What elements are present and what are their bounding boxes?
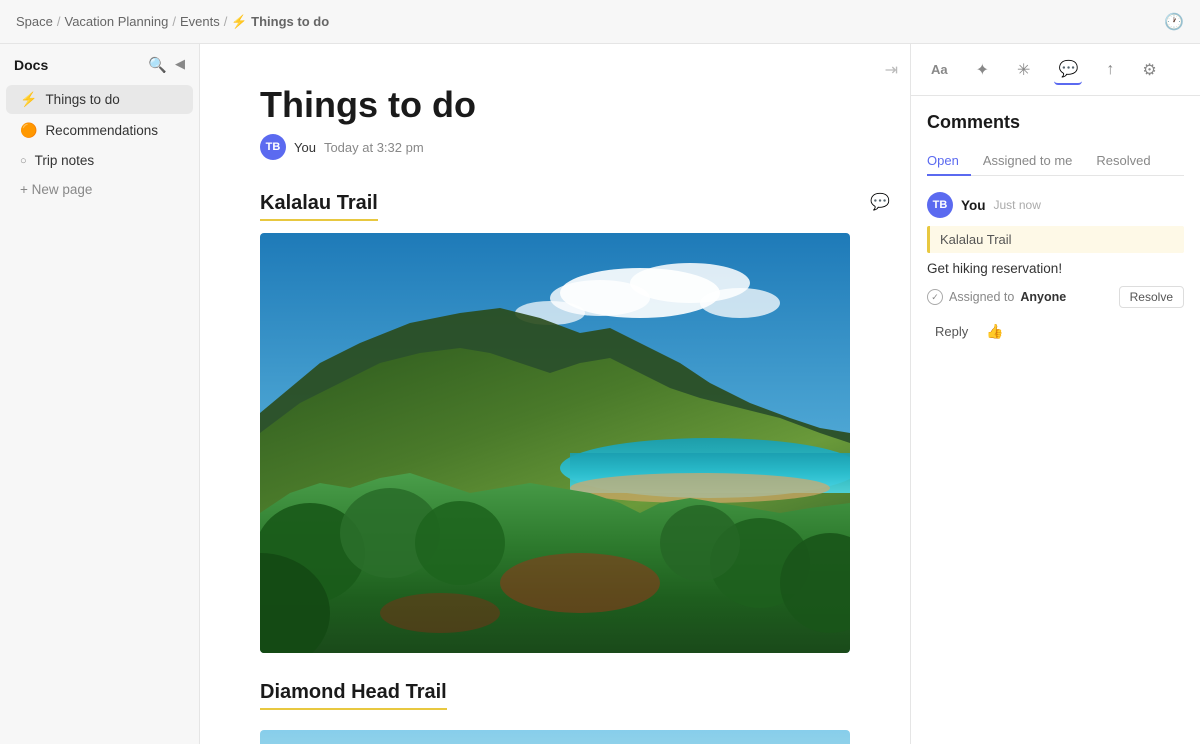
sidebar-item-label: Trip notes	[35, 153, 95, 168]
kalalau-heading: Kalalau Trail	[260, 192, 378, 221]
sidebar-title: Docs	[14, 57, 48, 73]
search-icon[interactable]: 🔍	[148, 56, 167, 74]
breadcrumb-sep3: /	[224, 14, 228, 29]
settings-icon[interactable]: ⚙	[1138, 56, 1160, 84]
breadcrumb-sep2: /	[172, 14, 176, 29]
comment-avatar: TB	[927, 192, 953, 218]
new-page-label: + New page	[20, 182, 92, 197]
font-icon[interactable]: Aa	[927, 58, 952, 81]
comment-time: Just now	[994, 198, 1041, 212]
comment-panel-icon[interactable]: 💬	[1054, 55, 1082, 85]
panel-content: Comments Open Assigned to me Resolved TB…	[911, 96, 1200, 744]
panel-toolbar: Aa ✦ ✳ 💬 ↑ ⚙	[911, 44, 1200, 96]
history-icon[interactable]: 🕐	[1164, 12, 1184, 32]
breadcrumb-sep1: /	[57, 14, 61, 29]
resolve-button[interactable]: Resolve	[1119, 286, 1184, 308]
diamond-head-image	[260, 730, 850, 744]
sidebar-item-trip-notes[interactable]: ○ Trip notes	[6, 147, 193, 174]
like-button[interactable]: 👍	[986, 323, 1003, 340]
breadcrumb-space[interactable]: Space	[16, 14, 53, 29]
breadcrumb-vacation[interactable]: Vacation Planning	[65, 14, 169, 29]
comment-assigned: ✓ Assigned to Anyone Resolve	[927, 286, 1184, 308]
kalalau-image	[260, 233, 850, 653]
diamond-head-section: Diamond Head Trail	[260, 681, 850, 744]
sidebar-item-things-to-do[interactable]: ⚡ Things to do	[6, 85, 193, 114]
content-area: ⇥ Things to do TB You Today at 3:32 pm 💬…	[200, 44, 910, 744]
reply-button[interactable]: Reply	[927, 320, 976, 343]
add-comment-icon[interactable]: 💬	[870, 192, 890, 212]
breadcrumb: Space / Vacation Planning / Events / ⚡ T…	[16, 14, 329, 30]
sidebar-header: Docs 🔍 ◀	[0, 56, 199, 84]
avatar: TB	[260, 134, 286, 160]
magic-icon[interactable]: ✦	[972, 56, 993, 84]
comments-panel: Aa ✦ ✳ 💬 ↑ ⚙ Comments Open Assigned to m…	[910, 44, 1200, 744]
toolbar-icons: Aa ✦ ✳ 💬 ↑ ⚙	[927, 55, 1161, 85]
sidebar: Docs 🔍 ◀ ⚡ Things to do 🟠 Recommendation…	[0, 44, 200, 744]
diamond-head-heading: Diamond Head Trail	[260, 681, 447, 710]
comment-actions: Reply 👍	[927, 320, 1184, 343]
topbar: Space / Vacation Planning / Events / ⚡ T…	[0, 0, 1200, 44]
assigned-label: Assigned to	[949, 290, 1014, 304]
doc-meta: TB You Today at 3:32 pm	[260, 134, 850, 160]
comments-title: Comments	[927, 112, 1184, 133]
breadcrumb-current: ⚡ Things to do	[231, 14, 329, 30]
expand-icon[interactable]: ⇥	[885, 60, 898, 80]
doc-timestamp: Today at 3:32 pm	[324, 140, 424, 155]
kalalau-section: 💬 Kalalau Trail	[260, 192, 850, 653]
comment-header: TB You Just now	[927, 192, 1184, 218]
comment-body: Get hiking reservation!	[927, 261, 1184, 276]
tab-assigned[interactable]: Assigned to me	[971, 147, 1085, 176]
comment-tabs: Open Assigned to me Resolved	[927, 147, 1184, 176]
tab-open[interactable]: Open	[927, 147, 971, 176]
things-to-do-icon: ⚡	[20, 91, 37, 108]
sidebar-controls: 🔍 ◀	[148, 56, 185, 74]
comment-highlight: Kalalau Trail	[927, 226, 1184, 253]
sidebar-item-recommendations[interactable]: 🟠 Recommendations	[6, 116, 193, 145]
tab-resolved[interactable]: Resolved	[1084, 147, 1162, 176]
recommendations-icon: 🟠	[20, 122, 37, 139]
collab-icon[interactable]: ✳	[1013, 56, 1034, 84]
breadcrumb-events[interactable]: Events	[180, 14, 220, 29]
sidebar-item-label: Things to do	[45, 92, 119, 107]
new-page-button[interactable]: + New page	[6, 176, 193, 203]
comment-author: You	[961, 198, 986, 213]
assign-check-icon: ✓	[927, 289, 943, 305]
assigned-name: Anyone	[1020, 290, 1066, 304]
collapse-icon[interactable]: ◀	[175, 56, 185, 74]
trip-notes-icon: ○	[20, 155, 27, 167]
author-name: You	[294, 140, 316, 155]
main-layout: Docs 🔍 ◀ ⚡ Things to do 🟠 Recommendation…	[0, 44, 1200, 744]
share-icon[interactable]: ↑	[1102, 57, 1118, 83]
doc-title: Things to do	[260, 84, 850, 126]
sidebar-item-label: Recommendations	[45, 123, 158, 138]
comment-card: TB You Just now Kalalau Trail Get hiking…	[927, 192, 1184, 343]
